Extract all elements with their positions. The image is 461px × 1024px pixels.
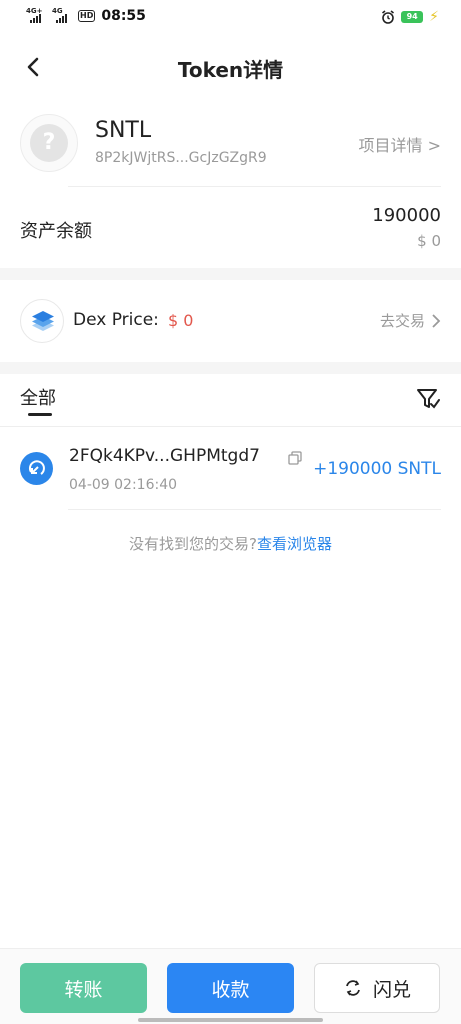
transaction-time: 04-09 02:16:40 xyxy=(69,477,178,493)
tab-all[interactable]: 全部 xyxy=(20,384,56,410)
receive-label: 收款 xyxy=(211,978,250,1001)
divider xyxy=(68,186,441,187)
transfer-label: 转账 xyxy=(64,978,103,1001)
status-bar: 4G+ 4G HD 08:55 94 ⚡ xyxy=(0,0,461,36)
transfer-button[interactable]: 转账 xyxy=(20,963,147,1013)
flash-swap-button[interactable]: 闪兑 xyxy=(314,963,440,1013)
dex-layers-icon xyxy=(20,299,64,343)
bottom-action-bar: 转账 收款 闪兑 xyxy=(0,948,461,1024)
transaction-amount: +190000 SNTL xyxy=(313,459,441,479)
signal-4g-icon: 4G xyxy=(52,7,74,24)
divider xyxy=(0,426,461,427)
hd-icon: HD xyxy=(78,10,96,22)
token-info: ? SNTL 8P2kJWjtRS...GcJzGZgR9 项目详情 > xyxy=(20,110,441,182)
tab-active-indicator xyxy=(28,413,52,416)
token-address: 8P2kJWjtRS...GcJzGZgR9 xyxy=(95,150,267,166)
unknown-token-icon: ? xyxy=(30,124,68,162)
filter-icon[interactable] xyxy=(415,386,441,412)
charging-icon: ⚡ xyxy=(429,9,439,25)
dex-price-value: $ 0 xyxy=(168,311,194,330)
transaction-row[interactable]: 2FQk4KPv...GHPMtgd7 04-09 02:16:40 +1900… xyxy=(20,438,441,508)
dex-price-label: Dex Price: xyxy=(73,310,159,330)
balance-label: 资产余额 xyxy=(20,221,92,242)
go-trade-link[interactable]: 去交易 xyxy=(380,310,441,331)
receive-button[interactable]: 收款 xyxy=(167,963,294,1013)
not-found-message: 没有找到您的交易?查看浏览器 xyxy=(0,533,461,554)
token-logo: ? xyxy=(20,114,78,172)
token-symbol: SNTL xyxy=(95,118,152,143)
tabs: 全部 xyxy=(0,372,461,427)
balance-amount: 190000 xyxy=(372,205,441,226)
chevron-right-icon xyxy=(432,313,441,328)
signal-4g-plus-icon: 4G+ xyxy=(26,7,48,24)
flash-swap-label: 闪兑 xyxy=(372,978,411,1001)
divider xyxy=(68,509,441,510)
balance-fiat-value: $ 0 xyxy=(417,232,441,250)
view-explorer-link[interactable]: 查看浏览器 xyxy=(257,535,332,553)
home-indicator[interactable] xyxy=(138,1018,323,1022)
dex-price-card[interactable]: Dex Price: $ 0 去交易 xyxy=(0,280,461,362)
copy-icon[interactable] xyxy=(287,450,303,466)
transaction-hash: 2FQk4KPv...GHPMtgd7 xyxy=(69,446,260,466)
balance-row: 资产余额 190000 $ 0 xyxy=(20,195,441,260)
go-trade-label: 去交易 xyxy=(379,312,425,330)
not-found-text: 没有找到您的交易? xyxy=(129,535,257,553)
receive-transaction-icon xyxy=(20,452,53,485)
battery-icon: 94 xyxy=(401,11,424,23)
page-title: Token详情 xyxy=(177,58,284,82)
section-separator xyxy=(0,268,461,280)
project-detail-link[interactable]: 项目详情 > xyxy=(359,132,442,156)
status-time: 08:55 xyxy=(101,8,146,24)
alarm-icon xyxy=(382,10,395,24)
header: Token详情 xyxy=(0,40,461,96)
swap-icon xyxy=(346,980,360,996)
